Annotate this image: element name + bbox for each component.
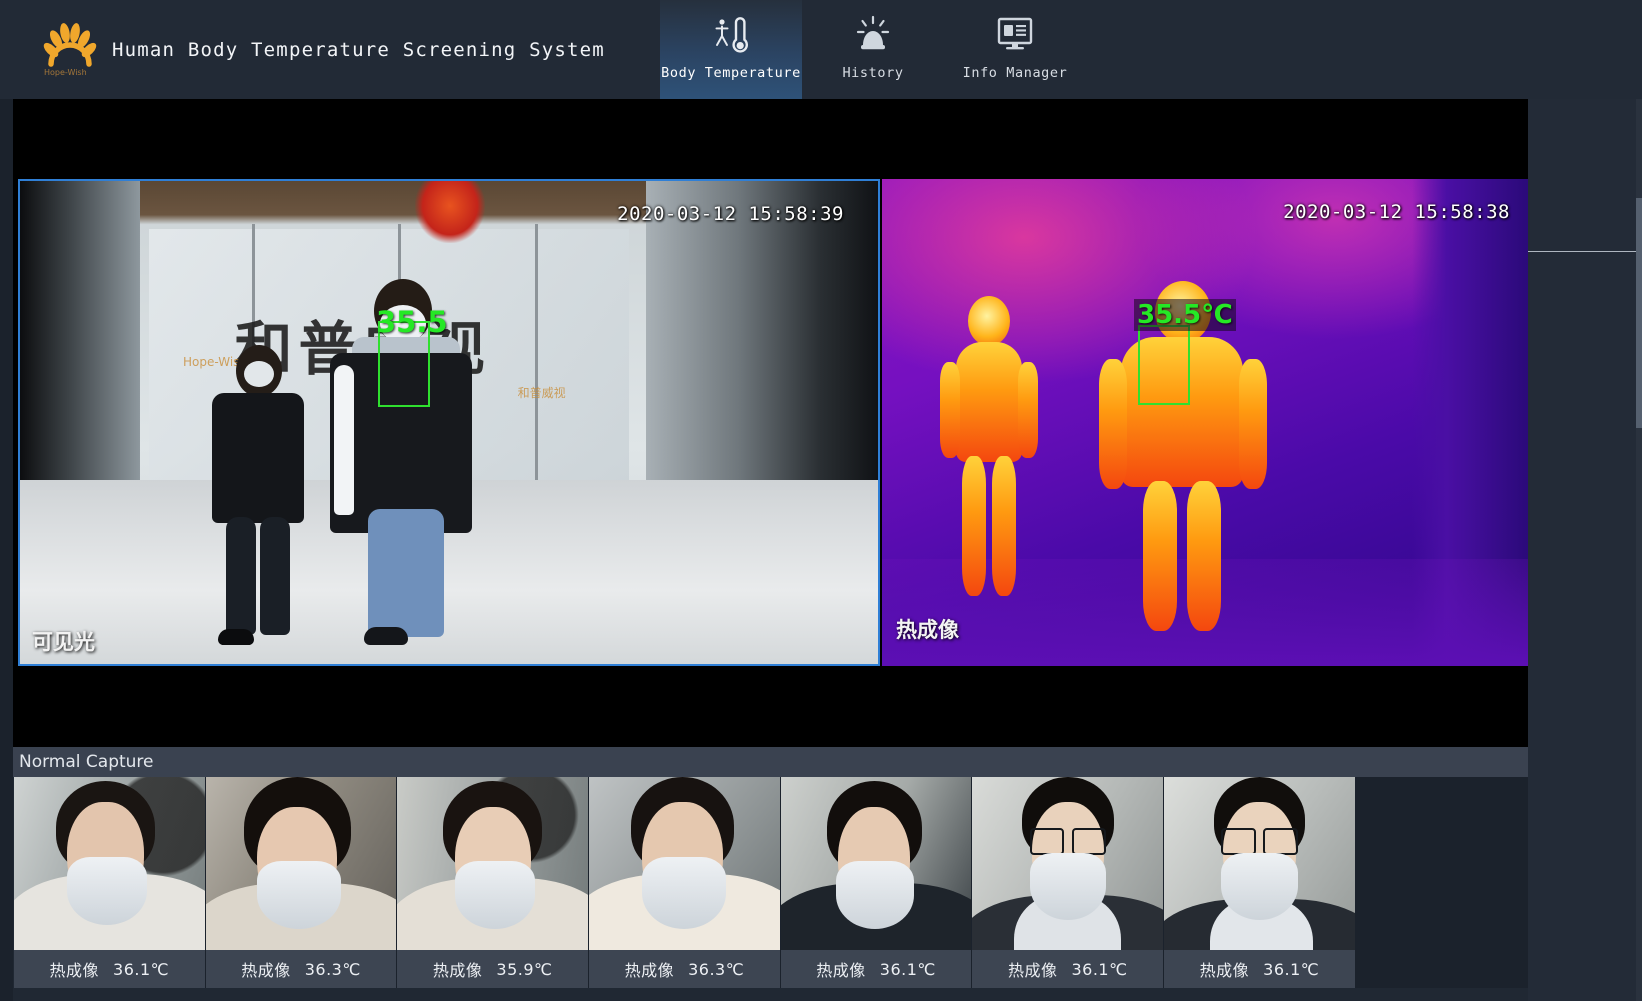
capture-temperature: 36.1℃: [879, 959, 936, 979]
capture-label: 热成像: [49, 961, 100, 980]
tab-body-temperature[interactable]: Body Temperature: [660, 0, 802, 99]
capture-label: 热成像: [624, 961, 675, 980]
left-gutter: [0, 99, 13, 1001]
capture-temperature: 36.1℃: [1263, 959, 1320, 979]
capture-thumbnail[interactable]: 热成像 36.1℃: [972, 777, 1165, 988]
thermal-panel[interactable]: 热成像 2020-03-12 15:58:38 35.5℃: [882, 179, 1528, 666]
capture-temperature: 36.1℃: [113, 959, 170, 979]
capture-thumbnail[interactable]: 热成像 36.1℃: [14, 777, 206, 988]
main-navigation: Body Temperature History Info Manager: [660, 0, 1086, 99]
capture-caption: 热成像 36.1℃: [1164, 950, 1355, 988]
thermometer-person-icon: [711, 13, 751, 59]
thermal-timestamp: 2020-03-12 15:58:38: [1283, 201, 1510, 223]
capture-temperature: 35.9℃: [496, 959, 553, 979]
capture-caption: 热成像 36.1℃: [972, 950, 1164, 988]
scrollbar-thumb[interactable]: [1636, 198, 1642, 428]
thermal-feed: 热成像 2020-03-12 15:58:38 35.5℃: [882, 179, 1528, 666]
tab-label: History: [842, 64, 904, 81]
capture-caption: 热成像 35.9℃: [397, 950, 589, 988]
application-window: Hope-Wish Human Body Temperature Screeni…: [0, 0, 1642, 1001]
capture-thumbnail[interactable]: 热成像 36.1℃: [1164, 777, 1356, 988]
capture-caption: 热成像 36.1℃: [780, 950, 972, 988]
thermal-corner-label: 热成像: [896, 618, 959, 642]
tab-label: Info Manager: [962, 64, 1068, 81]
right-side-rail: [1528, 99, 1642, 1001]
svg-text:Hope-Wish: Hope-Wish: [44, 68, 87, 77]
page-title: Human Body Temperature Screening System: [112, 38, 605, 61]
capture-section-header: Normal Capture: [13, 747, 1528, 777]
tab-history[interactable]: History: [802, 0, 944, 99]
capture-label: 热成像: [1007, 961, 1058, 980]
rail-divider: [1528, 251, 1642, 252]
capture-thumbnail[interactable]: 热成像 36.1℃: [780, 777, 973, 988]
visible-light-feed: 和普威视 Hope-Wish 和普威视: [20, 181, 878, 664]
visible-light-panel[interactable]: 和普威视 Hope-Wish 和普威视: [18, 179, 880, 666]
capture-thumbnail[interactable]: 热成像 36.3℃: [205, 777, 398, 988]
tab-info-manager[interactable]: Info Manager: [944, 0, 1086, 99]
capture-label: 热成像: [432, 961, 483, 980]
capture-caption: 热成像 36.1℃: [14, 950, 205, 988]
thermal-face-detection-box: [1138, 325, 1190, 405]
brand: Hope-Wish Human Body Temperature Screeni…: [0, 22, 660, 78]
capture-temperature: 36.1℃: [1071, 959, 1128, 979]
capture-caption: 热成像 36.3℃: [589, 950, 780, 988]
capture-temperature: 36.3℃: [688, 959, 745, 979]
tab-label: Body Temperature: [661, 64, 801, 81]
capture-temperature: 36.3℃: [304, 959, 361, 979]
capture-thumbnail[interactable]: 热成像 35.9℃: [397, 777, 590, 988]
alarm-bell-icon: [853, 13, 893, 59]
sunflower-logo-icon: Hope-Wish: [38, 22, 102, 78]
capture-label: 热成像: [1199, 961, 1250, 980]
face-temperature-reading: 35.5: [376, 305, 448, 339]
capture-label: 热成像: [816, 961, 866, 980]
monitor-info-icon: [995, 13, 1035, 59]
video-stage: 和普威视 Hope-Wish 和普威视: [13, 99, 1528, 747]
page-scrollbar[interactable]: [1636, 99, 1642, 1001]
person-figure: [192, 344, 322, 650]
visible-light-timestamp: 2020-03-12 15:58:39: [617, 203, 844, 225]
capture-thumbnail-list: 热成像 36.1℃ 热成像 36.3℃ 热成像 35.9℃ 热成像 36.3℃ …: [14, 777, 1356, 988]
capture-label: 热成像: [241, 961, 291, 980]
thermal-figure: [934, 295, 1044, 616]
capture-thumbnail[interactable]: 热成像 36.3℃: [589, 777, 781, 988]
capture-caption: 热成像 36.3℃: [205, 950, 397, 988]
thermal-temperature-reading: 35.5℃: [1134, 299, 1236, 331]
visible-light-corner-label: 可见光: [32, 630, 95, 654]
capture-strip-filler: [1356, 777, 1528, 988]
app-header: Hope-Wish Human Body Temperature Screeni…: [0, 0, 1642, 99]
